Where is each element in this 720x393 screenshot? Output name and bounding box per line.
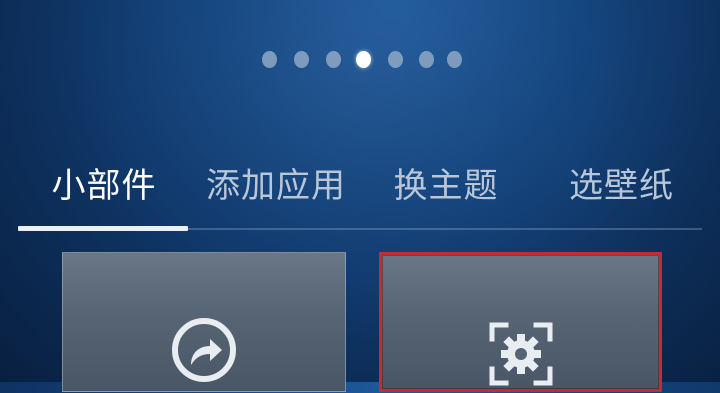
tab-add-app[interactable]: 添加应用 <box>206 160 345 212</box>
page-dot-5[interactable] <box>388 51 403 68</box>
active-tab-indicator <box>18 226 188 231</box>
page-dot-2[interactable] <box>294 51 309 68</box>
page-indicator <box>0 49 720 71</box>
widget-card-settings[interactable] <box>379 252 662 392</box>
page-dot-4-active[interactable] <box>356 51 371 68</box>
tab-bar: 小部件 添加应用 换主题 选壁纸 <box>0 160 720 212</box>
tab-choose-wallpaper[interactable]: 选壁纸 <box>569 160 673 212</box>
widget-card-share[interactable] <box>62 252 346 392</box>
page-dot-7[interactable] <box>447 51 462 68</box>
page-dot-1[interactable] <box>262 51 277 68</box>
page-dot-6[interactable] <box>419 51 434 68</box>
tab-widgets[interactable]: 小部件 <box>46 160 162 212</box>
share-arrow-icon <box>169 315 239 389</box>
tab-change-theme[interactable]: 换主题 <box>393 160 499 212</box>
page-dot-3[interactable] <box>326 51 341 68</box>
